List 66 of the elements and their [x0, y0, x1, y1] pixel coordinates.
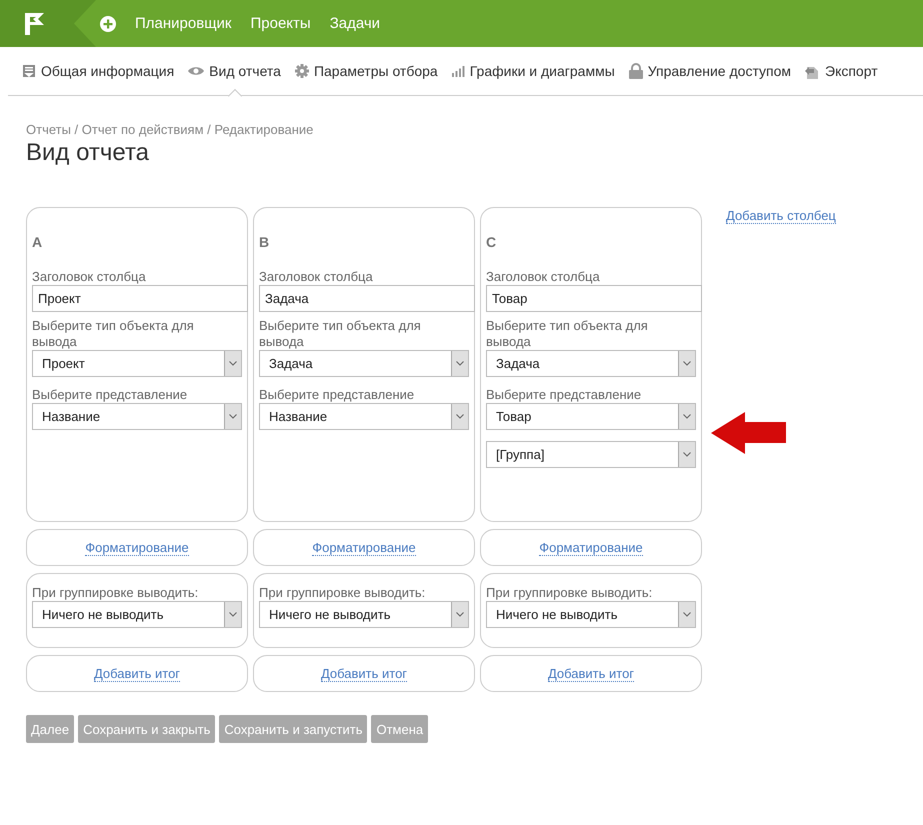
field-label: Выберите тип объекта для вывода — [32, 318, 195, 350]
view-select[interactable]: Название — [32, 403, 242, 430]
tab[interactable]: Управление доступом — [628, 47, 791, 95]
tab-label: Параметры отбора — [314, 63, 438, 79]
field-label: Выберите представление — [259, 387, 416, 403]
column-letter: B — [259, 234, 270, 250]
object-type-select[interactable]: Проект — [32, 350, 242, 377]
chevron-down-icon — [683, 414, 691, 419]
tab-label: Графики и диаграммы — [470, 63, 615, 79]
tab-label: Вид отчета — [209, 63, 281, 79]
gear-icon — [294, 64, 309, 78]
field-label: При группировке выводить: — [259, 585, 426, 601]
field-label: При группировке выводить: — [486, 585, 654, 601]
bar-chart-icon — [452, 66, 465, 76]
object-type-select[interactable]: Задача — [259, 350, 469, 377]
tab[interactable]: Общая информация — [22, 47, 174, 95]
view-select[interactable]: Название — [259, 403, 469, 430]
field-label: Заголовок столбца — [259, 269, 374, 285]
column-letter: A — [32, 234, 44, 250]
column-title-field[interactable]: Задача — [259, 285, 475, 312]
chevron-down-icon — [456, 414, 464, 419]
chevron-down-icon — [229, 361, 237, 366]
format-link[interactable]: Форматирование — [539, 540, 643, 556]
view-select[interactable]: Товар — [486, 403, 696, 430]
add-total-link[interactable]: Добавить итог — [548, 666, 634, 682]
page-title: Вид отчета — [26, 139, 150, 167]
grouping-select[interactable]: Ничего не выводить — [486, 601, 696, 628]
object-type-select[interactable]: Задача — [486, 350, 696, 377]
tab-label: Экспорт — [825, 63, 878, 79]
pointer-arrow-icon — [711, 412, 787, 454]
field-label: Выберите представление — [486, 387, 642, 403]
tab-label: Общая информация — [41, 63, 174, 79]
chevron-down-icon — [229, 414, 237, 419]
grouping-select[interactable]: Ничего не выводить — [32, 601, 242, 628]
format-link[interactable]: Форматирование — [312, 540, 416, 556]
tab[interactable]: Графики и диаграммы — [452, 47, 615, 95]
column-title-field[interactable]: Товар — [486, 285, 702, 312]
flag-logo-icon — [25, 12, 45, 34]
field-label: Выберите тип объекта для вывода — [486, 318, 649, 350]
grouping-select[interactable]: Ничего не выводить — [259, 601, 469, 628]
field-label: При группировке выводить: — [32, 585, 200, 601]
add-column-link[interactable]: Добавить столбец — [726, 208, 836, 224]
group-select[interactable]: [Группа] — [486, 441, 696, 468]
add-icon[interactable] — [100, 16, 116, 32]
tab-label: Управление доступом — [648, 63, 791, 79]
tab[interactable]: Параметры отбора — [294, 47, 438, 95]
field-label: Выберите тип объекта для вывода — [259, 318, 422, 350]
field-label: Заголовок столбца — [32, 269, 147, 285]
add-total-link[interactable]: Добавить итог — [94, 666, 180, 682]
field-label: Выберите представление — [32, 387, 188, 403]
envelope-icon — [22, 64, 36, 78]
format-link[interactable]: Форматирование — [85, 540, 189, 556]
chevron-down-icon — [683, 452, 691, 457]
breadcrumb: Отчеты / Отчет по действиям / Редактирование — [26, 122, 314, 137]
chevron-down-icon — [456, 612, 464, 617]
lock-icon — [628, 63, 643, 79]
field-label: Заголовок столбца — [486, 269, 601, 285]
column-letter: C — [486, 234, 498, 250]
chevron-down-icon — [456, 361, 464, 366]
tab[interactable]: Экспорт — [805, 47, 878, 95]
chevron-down-icon — [683, 612, 691, 617]
column-title-field[interactable]: Проект — [32, 285, 248, 312]
chevron-down-icon — [229, 612, 237, 617]
add-total-link[interactable]: Добавить итог — [320, 666, 408, 682]
chevron-down-icon — [683, 361, 691, 366]
eye-icon — [188, 66, 204, 76]
